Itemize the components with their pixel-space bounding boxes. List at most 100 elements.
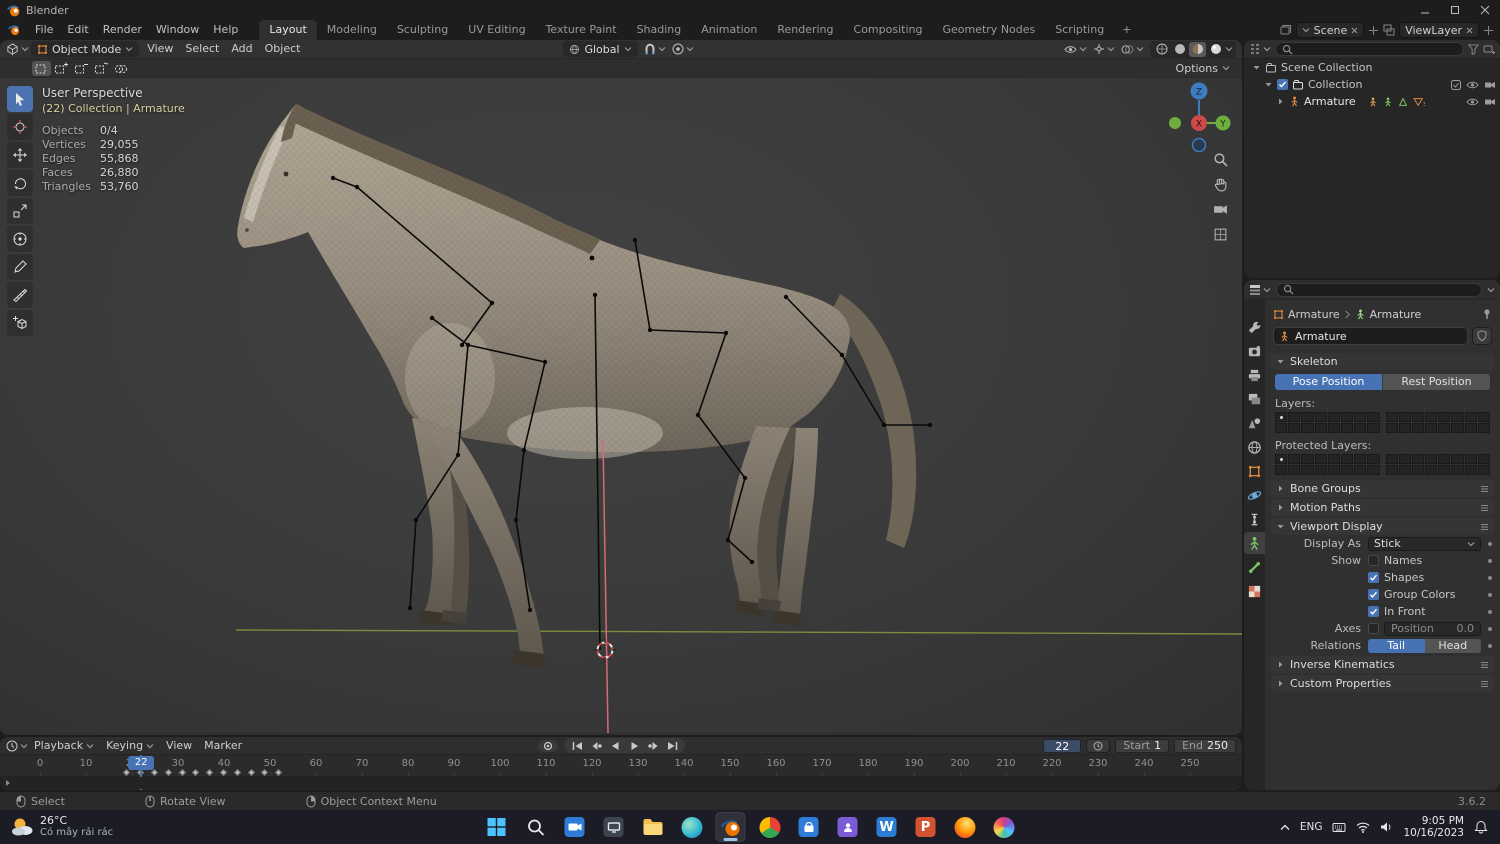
exclude-checkbox-icon[interactable] — [1451, 79, 1461, 90]
select-mode-new-button[interactable] — [32, 60, 51, 76]
pan-hand-icon[interactable] — [1211, 175, 1229, 193]
layer-cell[interactable] — [1275, 423, 1288, 433]
shapes-checkbox[interactable] — [1368, 572, 1379, 583]
keyframe-diamond[interactable] — [206, 768, 214, 777]
workspace-tab-shading[interactable]: Shading — [627, 20, 692, 40]
layer-cell[interactable] — [1425, 465, 1438, 475]
object-visibility-dropdown[interactable] — [1064, 44, 1087, 55]
keyframe-diamond[interactable] — [247, 768, 255, 777]
workspace-tab-layout[interactable]: Layout — [259, 20, 317, 40]
workspace-tab-sculpting[interactable]: Sculpting — [387, 20, 458, 40]
layer-cell[interactable] — [1340, 454, 1354, 464]
axes-position-field[interactable]: Position 0.0 — [1384, 621, 1481, 636]
layer-cell[interactable] — [1354, 412, 1367, 422]
viewport-menu-object[interactable]: Object — [259, 40, 307, 58]
properties-tab-object[interactable] — [1244, 460, 1265, 482]
properties-tab-output[interactable] — [1244, 364, 1265, 386]
shading-wireframe-button[interactable] — [1153, 42, 1170, 57]
orthographic-toggle-icon[interactable] — [1211, 225, 1229, 243]
animate-dot[interactable] — [1488, 609, 1492, 614]
display-as-dropdown[interactable]: Stick — [1368, 536, 1481, 551]
panel-viewport-display[interactable]: Viewport Display — [1271, 518, 1494, 535]
frame-start-field[interactable]: Start 1 — [1115, 738, 1170, 753]
layer-cell[interactable] — [1314, 454, 1327, 464]
keyframe-diamond[interactable] — [275, 768, 283, 777]
firefox-icon[interactable] — [950, 812, 980, 842]
options-dropdown[interactable]: Options — [1176, 62, 1234, 75]
breadcrumb-data[interactable]: Armature — [1370, 308, 1422, 321]
minimize-button[interactable] — [1410, 0, 1440, 20]
current-frame-field[interactable]: 22 — [1043, 738, 1082, 753]
layer-cell[interactable] — [1411, 412, 1425, 422]
store-icon[interactable] — [794, 812, 824, 842]
tail-button[interactable]: Tail — [1368, 638, 1425, 653]
tool-transform-button[interactable] — [7, 226, 33, 252]
blender-icon[interactable] — [715, 812, 746, 842]
layer-cell[interactable] — [1438, 454, 1451, 464]
keyframe-diamond[interactable] — [261, 768, 269, 777]
menu-edit[interactable]: Edit — [60, 20, 95, 40]
workspace-tab-scripting[interactable]: Scripting — [1045, 20, 1114, 40]
tool-annotate-button[interactable] — [7, 254, 33, 280]
pin-icon[interactable] — [1482, 308, 1492, 320]
outliner-search-input[interactable] — [1275, 42, 1464, 56]
expand-channels-icon[interactable] — [4, 779, 12, 787]
close-button[interactable] — [1470, 0, 1500, 20]
properties-tab-scene[interactable] — [1244, 412, 1265, 434]
add-workspace-button[interactable]: + — [1114, 20, 1139, 40]
timeline-menu-playback[interactable]: Playback — [28, 739, 100, 752]
photos-icon[interactable] — [989, 812, 1019, 842]
keyframe-diamond[interactable] — [164, 768, 172, 777]
camera-icon[interactable] — [560, 812, 590, 842]
keyframe-diamond[interactable] — [150, 768, 159, 777]
layer-cell[interactable] — [1314, 465, 1327, 475]
mode-dropdown[interactable]: Object Mode — [31, 41, 140, 57]
keyboard-icon[interactable] — [1332, 821, 1346, 833]
layer-cell[interactable] — [1288, 423, 1301, 433]
playhead-frame-label[interactable]: 22 — [128, 756, 155, 770]
names-checkbox[interactable] — [1368, 555, 1379, 566]
prev-keyframe-button[interactable] — [588, 739, 604, 752]
clock-widget[interactable]: 9:05 PM 10/16/2023 — [1403, 815, 1464, 839]
menu-file[interactable]: File — [28, 20, 60, 40]
layer-cell[interactable] — [1327, 465, 1340, 475]
layer-cell[interactable] — [1425, 454, 1438, 464]
camera-view-icon[interactable] — [1211, 200, 1229, 218]
shading-rendered-button[interactable] — [1207, 42, 1224, 57]
panel-custom-properties[interactable]: Custom Properties — [1271, 675, 1494, 692]
tool-cursor-button[interactable] — [7, 114, 33, 140]
panel-bone-groups[interactable]: Bone Groups — [1271, 480, 1494, 497]
layer-cell[interactable] — [1354, 465, 1367, 475]
workspace-tab-rendering[interactable]: Rendering — [767, 20, 843, 40]
layer-cell[interactable] — [1464, 465, 1477, 475]
transform-orientation-dropdown[interactable]: Global — [563, 41, 638, 57]
breadcrumb-object[interactable]: Armature — [1288, 308, 1340, 321]
layer-cell[interactable] — [1354, 454, 1367, 464]
layer-cell[interactable] — [1327, 454, 1340, 464]
proportional-editing-button[interactable] — [672, 43, 694, 55]
preview-range-button[interactable] — [1086, 738, 1111, 753]
navigation-gizmo[interactable]: Z Y X — [1164, 82, 1234, 152]
viewport-menu-select[interactable]: Select — [179, 40, 225, 58]
layer-cell[interactable] — [1451, 412, 1464, 422]
browse-scene-icon[interactable] — [1280, 24, 1292, 36]
fake-user-shield-button[interactable] — [1472, 327, 1492, 345]
group-colors-checkbox[interactable] — [1368, 589, 1379, 600]
layer-cell[interactable] — [1477, 412, 1490, 422]
gizmos-dropdown[interactable] — [1093, 43, 1115, 55]
panel-motion-paths[interactable]: Motion Paths — [1271, 499, 1494, 516]
weather-widget[interactable]: 26°C Có mây rải rác — [10, 815, 113, 839]
notification-bell-icon[interactable] — [1474, 820, 1488, 834]
layer-cell[interactable] — [1477, 454, 1490, 464]
properties-tab-view-layer[interactable] — [1244, 388, 1265, 410]
tool-add-cube-button[interactable] — [7, 310, 33, 336]
layer-cell[interactable] — [1340, 465, 1354, 475]
zoom-icon[interactable] — [1211, 150, 1229, 168]
language-indicator[interactable]: ENG — [1300, 821, 1323, 833]
powerpoint-icon[interactable]: P — [911, 812, 941, 842]
play-reverse-button[interactable] — [607, 739, 623, 752]
layer-cell[interactable] — [1385, 454, 1398, 464]
properties-tab-constraints[interactable] — [1244, 508, 1265, 530]
armature-name-field[interactable]: Armature — [1273, 327, 1468, 345]
layer-cell[interactable] — [1451, 423, 1464, 433]
